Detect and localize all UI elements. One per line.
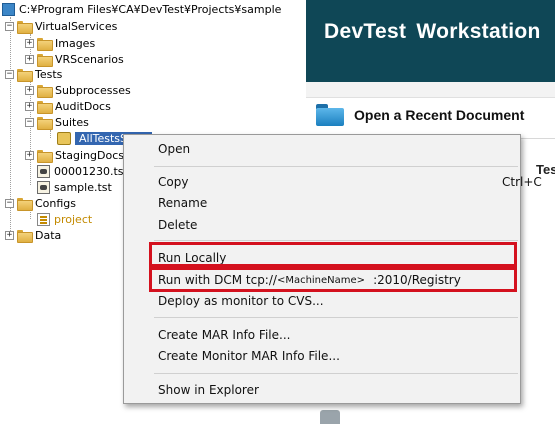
- collapse-icon[interactable]: −: [5, 22, 14, 31]
- folder-icon: [37, 101, 53, 114]
- tree-node-label: Data: [35, 229, 62, 242]
- tree-node-label: AuditDocs: [55, 100, 111, 113]
- menu-item-label: Delete: [158, 218, 198, 232]
- expand-icon[interactable]: +: [25, 86, 34, 95]
- folder-icon: [17, 69, 33, 82]
- collapse-icon[interactable]: −: [25, 118, 34, 127]
- tree-node-test-file[interactable]: 00001230.tst: [25, 163, 128, 180]
- open-folder-icon: [316, 104, 344, 126]
- folder-icon: [17, 21, 33, 34]
- menu-item-create-mar[interactable]: Create MAR Info File...: [158, 325, 518, 345]
- highlight-run-locally: [149, 242, 517, 267]
- expand-icon[interactable]: +: [25, 102, 34, 111]
- menu-separator: [154, 240, 518, 241]
- tree-node-label: Configs: [35, 197, 77, 210]
- tree-node-label: Subprocesses: [55, 84, 131, 97]
- menu-item-label: Create Monitor MAR Info File...: [158, 349, 340, 363]
- folder-icon: [37, 117, 53, 130]
- menu-item-delete[interactable]: Delete: [158, 215, 518, 235]
- tree-node-images[interactable]: + Images: [25, 35, 95, 52]
- menu-separator: [154, 373, 518, 374]
- menu-item-label: Copy: [158, 175, 189, 189]
- tree-node-sample-tst[interactable]: sample.tst: [25, 179, 112, 196]
- tree-node-label: StagingDocs: [55, 149, 125, 162]
- menu-item-label: Create MAR Info File...: [158, 328, 291, 342]
- tree-node-label: VirtualServices: [35, 20, 118, 33]
- tree-node-project[interactable]: project: [25, 211, 92, 228]
- test-case-icon: [37, 165, 50, 178]
- workstation-title: DevTest Workstation: [324, 20, 541, 43]
- expand-icon[interactable]: +: [5, 231, 14, 240]
- tree-root[interactable]: C:¥Program Files¥CA¥DevTest¥Projects¥sam…: [2, 1, 281, 18]
- open-recent-document[interactable]: Open a Recent Document: [316, 104, 524, 126]
- tree-node-label: VRScenarios: [55, 53, 124, 66]
- menu-item-open[interactable]: Open: [158, 139, 518, 159]
- collapse-icon[interactable]: −: [5, 70, 14, 79]
- menu-separator: [154, 166, 518, 167]
- tree-node-suites[interactable]: − Suites: [25, 114, 89, 131]
- expand-icon[interactable]: +: [25, 151, 34, 160]
- folder-icon: [37, 38, 53, 51]
- test-suite-icon: [57, 132, 71, 145]
- menu-separator: [154, 317, 518, 318]
- menu-item-label: Deploy as monitor to CVS...: [158, 294, 324, 308]
- tree-node-subprocesses[interactable]: + Subprocesses: [25, 82, 131, 99]
- document-icon: [320, 410, 340, 424]
- menu-item-show-in-explorer[interactable]: Show in Explorer: [158, 380, 518, 400]
- folder-icon: [17, 230, 33, 243]
- expand-icon[interactable]: +: [25, 55, 34, 64]
- tree-node-stagingdocs[interactable]: + StagingDocs: [25, 147, 124, 164]
- collapse-icon[interactable]: −: [5, 199, 14, 208]
- tree-node-data[interactable]: + Data: [5, 227, 61, 244]
- tree-node-virtualservices[interactable]: − VirtualServices: [5, 18, 117, 35]
- menu-item-copy[interactable]: Copy Ctrl+C: [158, 172, 542, 192]
- menu-item-create-monitor-mar[interactable]: Create Monitor MAR Info File...: [158, 346, 518, 366]
- menu-item-label: Open: [158, 142, 191, 156]
- expand-icon[interactable]: +: [25, 39, 34, 48]
- menu-item-label: Show in Explorer: [158, 383, 259, 397]
- project-root-icon: [2, 3, 15, 16]
- tree-node-configs[interactable]: − Configs: [5, 195, 76, 212]
- tree-node-label: sample.tst: [54, 181, 112, 194]
- highlight-run-with-dcm: [149, 267, 517, 292]
- config-file-icon: [37, 213, 50, 226]
- folder-icon: [37, 85, 53, 98]
- tree-node-label: Images: [55, 37, 96, 50]
- workstation-header: DevTest Workstation: [306, 0, 555, 82]
- menu-item-deploy-monitor[interactable]: Deploy as monitor to CVS...: [158, 291, 518, 311]
- menu-item-label: Rename: [158, 196, 208, 210]
- folder-icon: [37, 54, 53, 67]
- tree-root-label: C:¥Program Files¥CA¥DevTest¥Projects¥sam…: [19, 3, 282, 16]
- test-case-icon: [37, 181, 50, 194]
- folder-icon: [37, 150, 53, 163]
- tree-node-auditdocs[interactable]: + AuditDocs: [25, 98, 111, 115]
- open-recent-label: Open a Recent Document: [354, 107, 525, 123]
- tree-node-label: 00001230.tst: [54, 165, 128, 178]
- tree-node-label: Suites: [55, 116, 89, 129]
- menu-item-shortcut: Ctrl+C: [502, 175, 542, 189]
- tree-node-label: project: [54, 213, 93, 226]
- tree-node-tests[interactable]: − Tests: [5, 66, 62, 83]
- header-band: [306, 82, 555, 98]
- menu-item-rename[interactable]: Rename: [158, 193, 518, 213]
- folder-icon: [17, 198, 33, 211]
- tree-node-label: Tests: [35, 68, 63, 81]
